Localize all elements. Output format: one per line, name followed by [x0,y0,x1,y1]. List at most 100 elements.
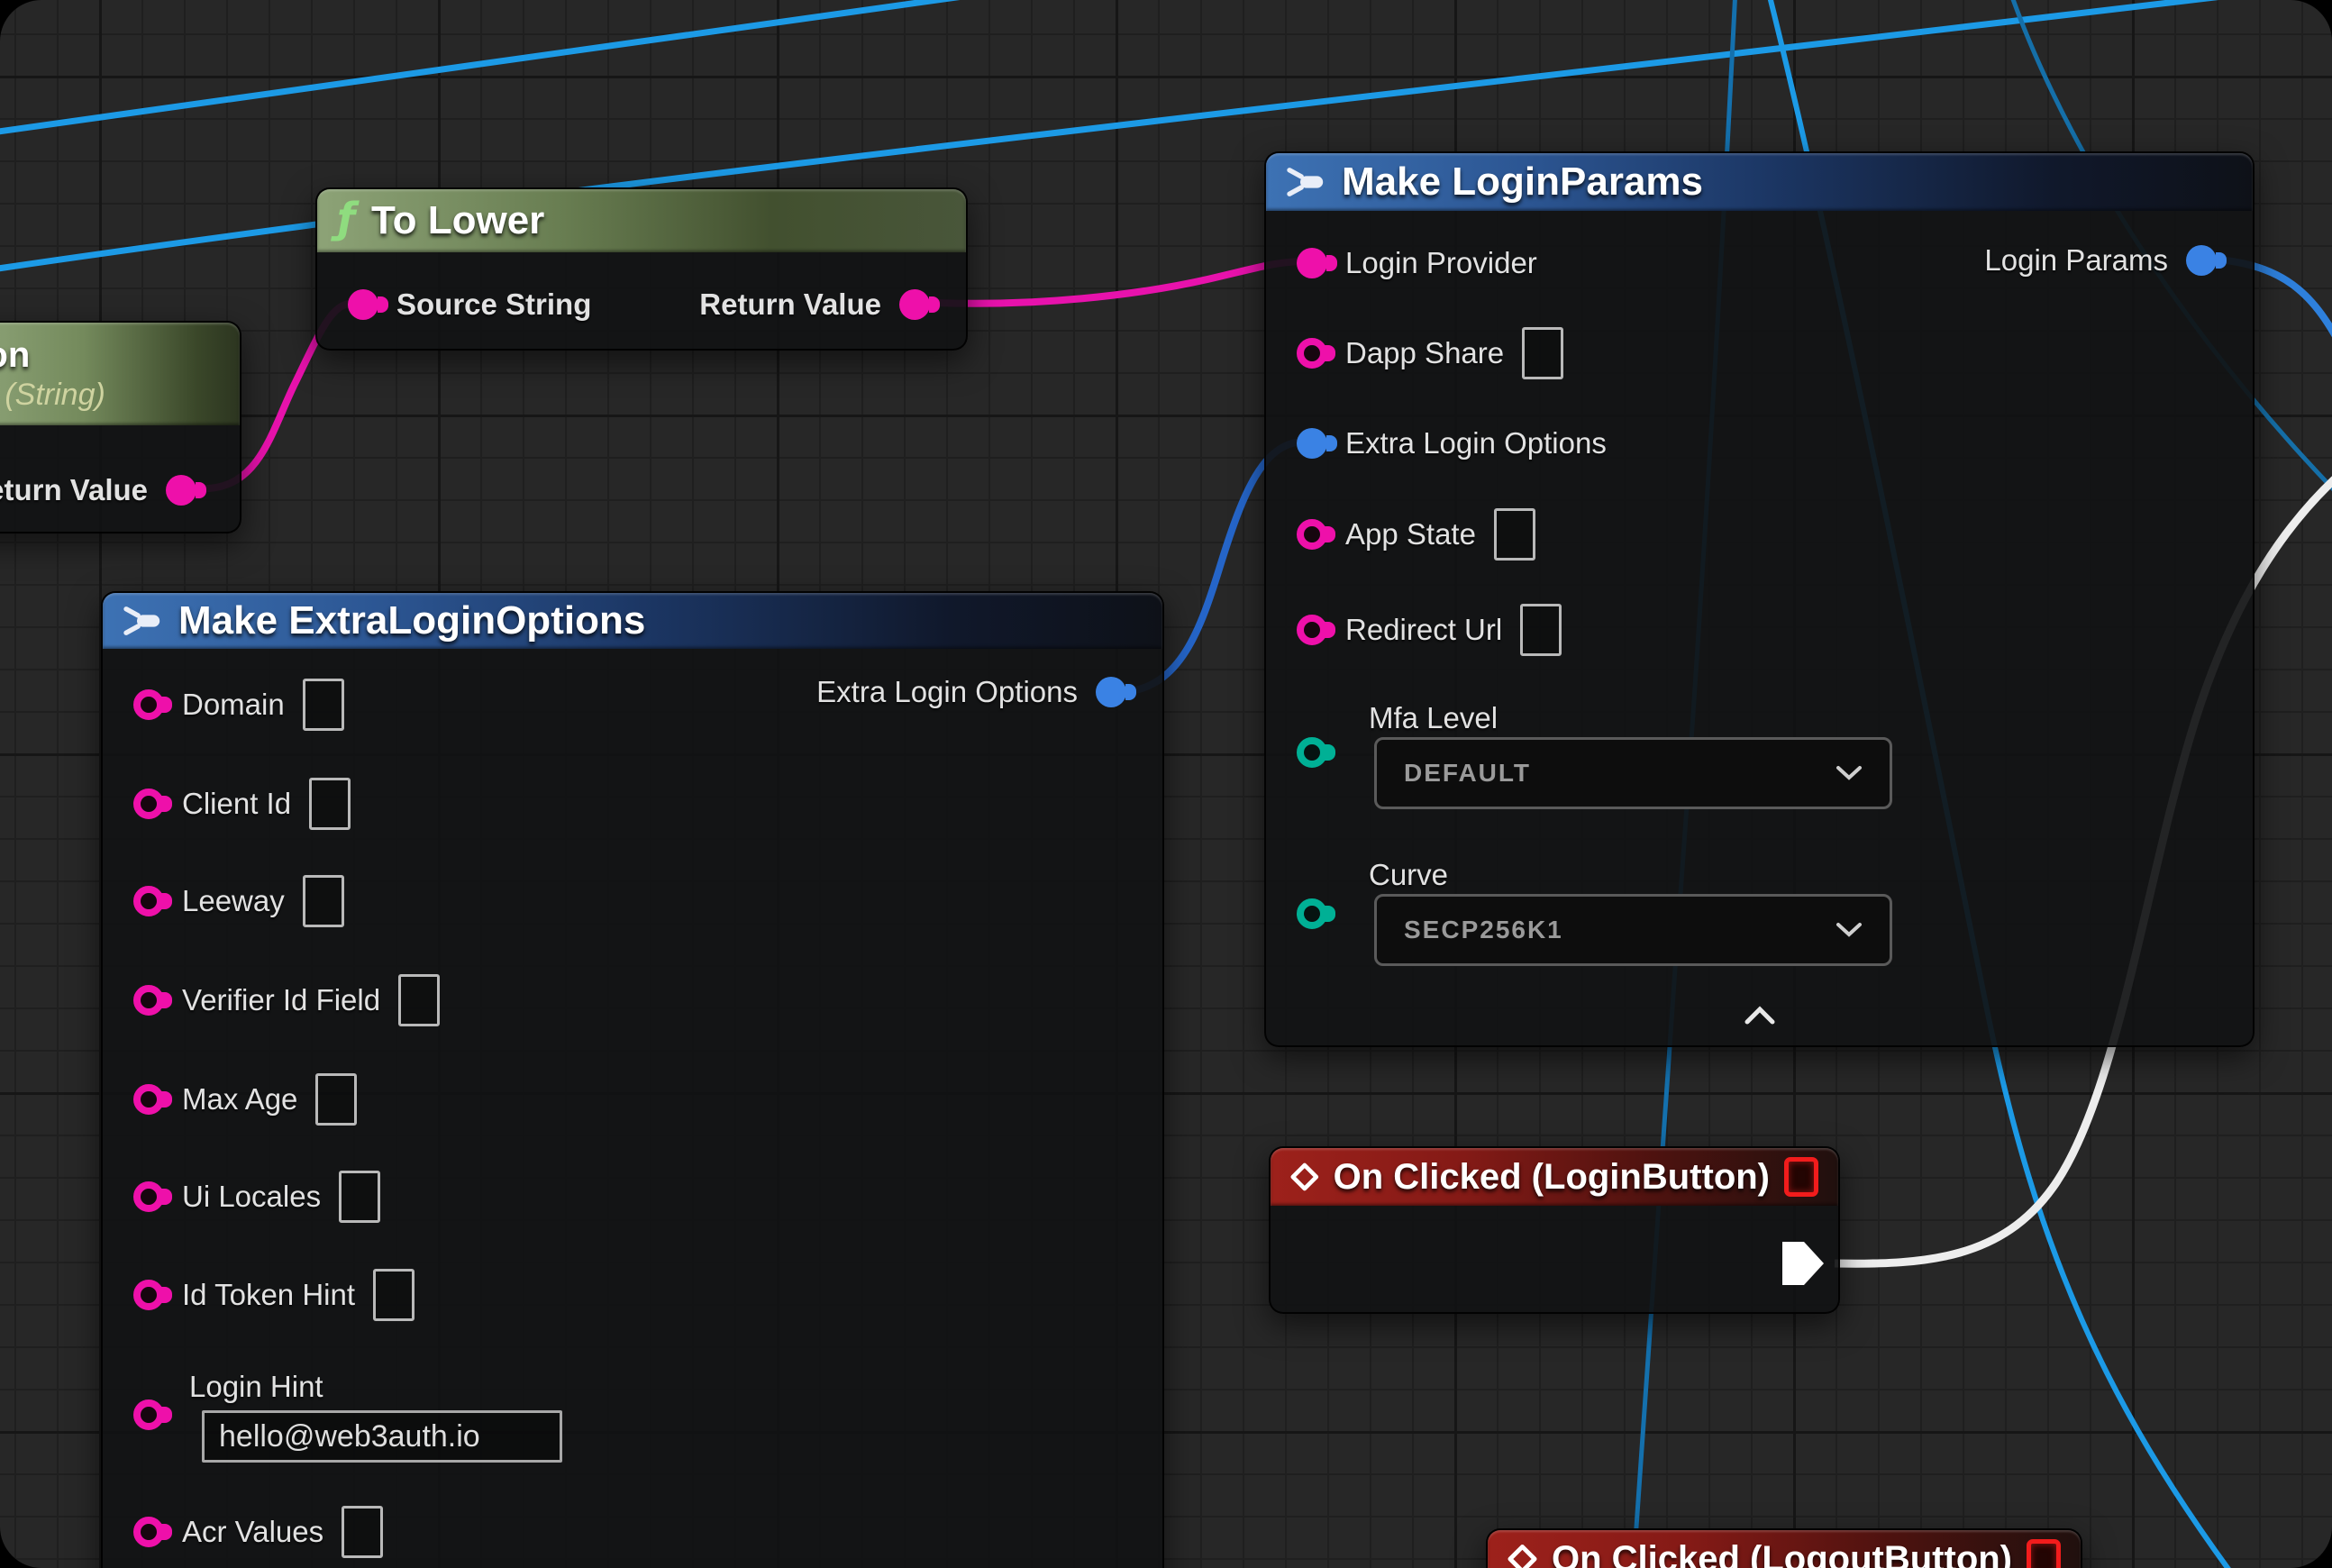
string-pin[interactable] [133,789,164,819]
node-to-lower-header[interactable]: ƒ To Lower [317,189,966,252]
string-pin[interactable] [899,289,930,320]
chevron-down-icon [1836,765,1863,781]
node-make-extraloginoptions[interactable]: Make ExtraLoginOptions Extra Login Optio… [101,591,1164,1568]
pin-row-verifier-id-field: Verifier Id Field [103,974,440,1026]
return-value-label: eturn Value [0,473,148,507]
id-token-hint-input[interactable] [373,1269,414,1321]
leeway-input[interactable] [303,875,344,927]
extra-login-options-in-label: Extra Login Options [1345,426,1607,460]
pin-row-source-string: Source String [317,278,591,331]
node-partial-string-function[interactable]: tion ox (String) eturn Value [0,321,241,533]
extra-login-options-out-label: Extra Login Options [816,675,1078,709]
string-pin[interactable] [1297,615,1327,645]
string-pin[interactable] [133,985,164,1016]
login-params-out-label: Login Params [1984,243,2168,278]
curve-label: Curve [1369,858,1448,892]
client-id-label: Client Id [182,787,291,821]
pin-row-redirect-url: Redirect Url [1266,604,1562,656]
string-pin[interactable] [133,1280,164,1310]
pin-row-return-value: Return Value [699,278,930,331]
string-pin[interactable] [133,1181,164,1212]
app-state-input[interactable] [1494,508,1535,561]
event-diamond-icon [1290,1160,1319,1194]
max-age-input[interactable] [315,1073,357,1126]
node-to-lower-title: To Lower [371,198,544,243]
pin-row-dapp-share: Dapp Share [1266,327,1563,379]
node-partial-title: tion [0,335,30,376]
login-hint-value: hello@web3auth.io [219,1419,480,1454]
id-token-hint-label: Id Token Hint [182,1278,355,1312]
pin-row-leeway: Leeway [103,875,344,927]
dapp-share-input[interactable] [1522,327,1563,379]
node-partial-subtitle: ox (String) [0,378,105,413]
function-icon: ƒ [337,197,355,239]
source-string-label: Source String [396,287,591,322]
pin-row-login-params-out: Login Params [1984,234,2217,287]
node-make-extraloginoptions-header[interactable]: Make ExtraLoginOptions [103,593,1162,649]
client-id-input[interactable] [309,778,351,830]
node-make-loginparams[interactable]: Make LoginParams Login Params Login Prov… [1264,151,2255,1047]
pin-row-client-id: Client Id [103,778,351,830]
struct-pin[interactable] [1096,677,1126,707]
pin-row-return-value-partial: eturn Value [0,464,196,516]
blueprint-editor-window: tion ox (String) eturn Value ƒ To Lower … [0,0,2332,1568]
bind-event-icon[interactable] [1784,1157,1818,1197]
mfa-level-value: DEFAULT [1404,759,1531,788]
exec-pin-icon[interactable] [1781,1240,1826,1287]
pin-row-max-age: Max Age [103,1073,357,1126]
ui-locales-input[interactable] [339,1171,380,1223]
domain-input[interactable] [303,679,344,731]
node-to-lower[interactable]: ƒ To Lower Source String Return Value [315,187,968,351]
pin-row-id-token-hint: Id Token Hint [103,1269,414,1321]
node-on-clicked-logoutbutton-title: On Clicked (LogoutButton) [1552,1539,2012,1568]
chevron-down-icon [1836,922,1863,938]
event-diamond-icon [1508,1542,1537,1568]
acr-values-label: Acr Values [182,1515,323,1549]
string-pin[interactable] [1297,338,1327,369]
make-struct-icon [123,605,162,637]
ui-locales-label: Ui Locales [182,1180,321,1214]
pin-row-app-state: App State [1266,508,1535,561]
node-on-clicked-loginbutton[interactable]: On Clicked (LoginButton) [1269,1146,1840,1314]
struct-pin[interactable] [2186,245,2217,276]
collapse-chevron-icon [1744,1006,1776,1026]
pin-row-extra-login-options-in: Extra Login Options [1266,417,1607,469]
string-pin[interactable] [133,1517,164,1547]
mfa-level-dropdown[interactable]: DEFAULT [1374,737,1892,809]
enum-pin[interactable] [1297,737,1327,768]
acr-values-input[interactable] [342,1506,383,1558]
curve-dropdown[interactable]: SECP256K1 [1374,894,1892,966]
login-provider-label: Login Provider [1345,246,1537,280]
string-pin[interactable] [133,1399,164,1430]
verifier-id-field-input[interactable] [398,974,440,1026]
node-on-clicked-loginbutton-header[interactable]: On Clicked (LoginButton) [1271,1148,1838,1206]
curve-value: SECP256K1 [1404,916,1563,944]
pin-row-ui-locales: Ui Locales [103,1171,380,1223]
leeway-label: Leeway [182,884,285,918]
blueprint-graph-canvas[interactable]: tion ox (String) eturn Value ƒ To Lower … [0,0,2332,1568]
login-hint-input[interactable]: hello@web3auth.io [202,1410,562,1463]
string-pin[interactable] [133,1084,164,1115]
collapse-node-button[interactable] [1266,1006,2253,1026]
string-pin[interactable] [166,475,196,506]
string-pin[interactable] [133,689,164,720]
node-on-clicked-logoutbutton[interactable]: On Clicked (LogoutButton) [1486,1528,2082,1568]
node-on-clicked-logoutbutton-header[interactable]: On Clicked (LogoutButton) [1488,1530,2081,1568]
redirect-url-label: Redirect Url [1345,613,1502,647]
app-state-label: App State [1345,517,1476,552]
node-partial-header[interactable]: tion ox (String) [0,323,240,425]
enum-pin[interactable] [1297,898,1327,929]
login-hint-label: Login Hint [189,1370,323,1404]
make-struct-icon [1286,166,1325,198]
string-pin[interactable] [133,886,164,916]
max-age-label: Max Age [182,1082,297,1117]
bind-event-icon[interactable] [2027,1539,2061,1568]
redirect-url-input[interactable] [1520,604,1562,656]
string-pin[interactable] [1297,519,1327,550]
pin-row-acr-values: Acr Values [103,1506,383,1558]
node-make-loginparams-header[interactable]: Make LoginParams [1266,153,2253,211]
string-pin[interactable] [348,289,378,320]
node-on-clicked-loginbutton-title: On Clicked (LoginButton) [1334,1157,1770,1198]
struct-pin[interactable] [1297,428,1327,459]
string-pin[interactable] [1297,248,1327,278]
